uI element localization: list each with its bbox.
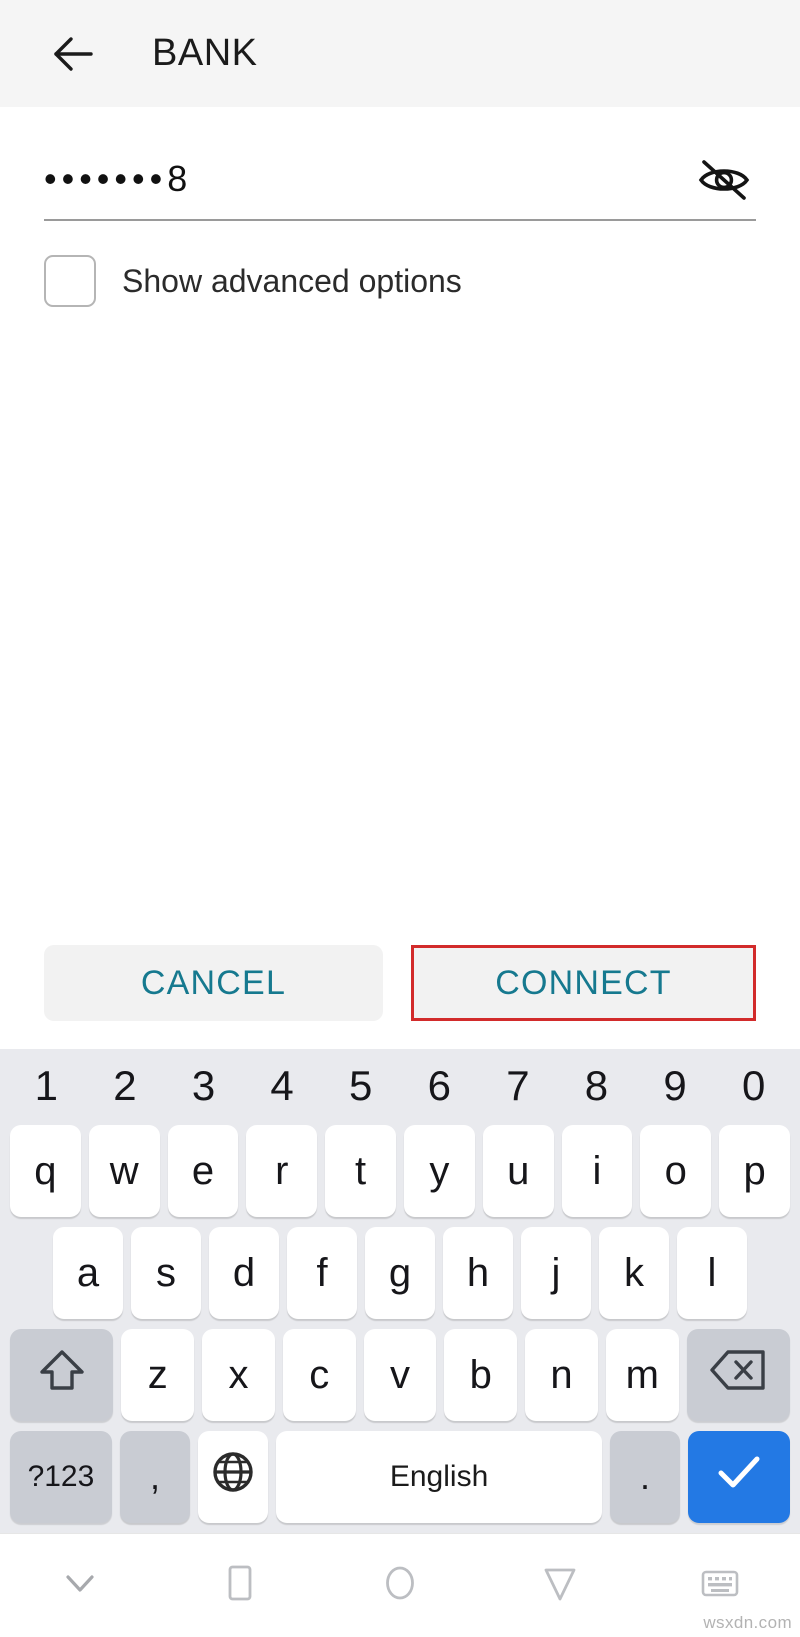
key-l[interactable]: l bbox=[677, 1227, 747, 1319]
key-p[interactable]: p bbox=[719, 1125, 790, 1217]
key-w[interactable]: w bbox=[88, 1125, 160, 1217]
backspace-key[interactable] bbox=[686, 1329, 791, 1421]
symbols-key[interactable]: ?123 bbox=[10, 1431, 112, 1523]
key-j[interactable]: j bbox=[521, 1227, 591, 1319]
key-o[interactable]: o bbox=[640, 1125, 712, 1217]
key-3[interactable]: 3 bbox=[167, 1057, 240, 1115]
system-navigation-bar: wsxdn.com bbox=[0, 1533, 800, 1637]
period-key[interactable]: . bbox=[609, 1431, 681, 1523]
comma-key[interactable]: , bbox=[119, 1431, 191, 1523]
flex-spacer bbox=[0, 309, 800, 945]
key-x[interactable]: x bbox=[202, 1329, 275, 1421]
show-advanced-options-label: Show advanced options bbox=[122, 262, 462, 299]
backspace-delete-icon bbox=[708, 1347, 768, 1403]
nav-hide-keyboard-button[interactable] bbox=[37, 1543, 123, 1629]
key-i[interactable]: i bbox=[561, 1125, 633, 1217]
key-e[interactable]: e bbox=[167, 1125, 239, 1217]
keyboard-switcher-icon bbox=[697, 1560, 743, 1611]
connect-button[interactable]: CONNECT bbox=[411, 945, 756, 1021]
app-bar: BANK bbox=[0, 0, 800, 107]
key-9[interactable]: 9 bbox=[639, 1057, 712, 1115]
nav-home-button[interactable] bbox=[357, 1543, 443, 1629]
watermark: wsxdn.com bbox=[703, 1613, 792, 1632]
key-z[interactable]: z bbox=[121, 1329, 195, 1421]
password-input[interactable]: •••••••8 bbox=[44, 161, 694, 203]
language-switch-key[interactable] bbox=[198, 1431, 269, 1523]
password-field-row[interactable]: •••••••8 bbox=[44, 145, 756, 221]
show-advanced-options-checkbox[interactable] bbox=[44, 255, 96, 307]
key-s[interactable]: s bbox=[131, 1227, 201, 1319]
key-f[interactable]: f bbox=[287, 1227, 357, 1319]
page-title: BANK bbox=[152, 32, 258, 74]
action-buttons: CANCEL CONNECT bbox=[0, 945, 800, 1021]
key-6[interactable]: 6 bbox=[403, 1057, 476, 1115]
key-0[interactable]: 0 bbox=[717, 1057, 790, 1115]
key-y[interactable]: y bbox=[404, 1125, 475, 1217]
key-n[interactable]: n bbox=[525, 1329, 598, 1421]
advanced-options-row[interactable]: Show advanced options bbox=[44, 253, 756, 309]
circle-home-icon bbox=[377, 1560, 423, 1611]
arrow-left-icon bbox=[46, 27, 100, 81]
key-2[interactable]: 2 bbox=[89, 1057, 162, 1115]
chevron-down-hide-keyboard-icon bbox=[57, 1560, 103, 1611]
key-g[interactable]: g bbox=[365, 1227, 435, 1319]
row-left-pad bbox=[10, 1227, 45, 1319]
key-k[interactable]: k bbox=[599, 1227, 669, 1319]
back-button[interactable] bbox=[46, 27, 100, 81]
key-4[interactable]: 4 bbox=[246, 1057, 319, 1115]
enter-key[interactable] bbox=[688, 1431, 790, 1523]
key-d[interactable]: d bbox=[209, 1227, 279, 1319]
key-q[interactable]: q bbox=[10, 1125, 81, 1217]
space-key[interactable]: English bbox=[276, 1431, 602, 1523]
key-b[interactable]: b bbox=[444, 1329, 518, 1421]
key-h[interactable]: h bbox=[443, 1227, 513, 1319]
form-body: •••••••8 Show advanced options CANCEL CO… bbox=[0, 107, 800, 1049]
soft-keyboard: 1 2 3 4 5 6 7 8 9 0 q w e r t y u i o p … bbox=[0, 1049, 800, 1533]
key-8[interactable]: 8 bbox=[560, 1057, 633, 1115]
globe-language-icon bbox=[209, 1448, 257, 1506]
key-v[interactable]: v bbox=[363, 1329, 437, 1421]
keyboard-row-asdf: a s d f g h j k l bbox=[6, 1227, 794, 1319]
key-t[interactable]: t bbox=[325, 1125, 396, 1217]
toggle-password-visibility-button[interactable] bbox=[694, 152, 754, 212]
shift-arrow-up-icon bbox=[35, 1345, 89, 1405]
keyboard-number-row: 1 2 3 4 5 6 7 8 9 0 bbox=[6, 1057, 794, 1115]
nav-back-button[interactable] bbox=[517, 1543, 603, 1629]
keyboard-row-bottom: ?123 , English . bbox=[6, 1431, 794, 1523]
key-u[interactable]: u bbox=[482, 1125, 554, 1217]
key-r[interactable]: r bbox=[246, 1125, 318, 1217]
row-right-pad bbox=[755, 1227, 790, 1319]
key-a[interactable]: a bbox=[53, 1227, 123, 1319]
key-c[interactable]: c bbox=[282, 1329, 356, 1421]
nav-recents-button[interactable] bbox=[197, 1543, 283, 1629]
keyboard-row-qwerty: q w e r t y u i o p bbox=[6, 1125, 794, 1217]
square-recents-icon bbox=[217, 1560, 263, 1611]
shift-key[interactable] bbox=[10, 1329, 114, 1421]
eye-off-icon bbox=[696, 156, 752, 209]
key-7[interactable]: 7 bbox=[482, 1057, 555, 1115]
triangle-down-back-icon bbox=[537, 1560, 583, 1611]
key-1[interactable]: 1 bbox=[10, 1057, 83, 1115]
check-done-icon bbox=[713, 1450, 765, 1504]
cancel-button[interactable]: CANCEL bbox=[44, 945, 383, 1021]
phone-screen: BANK •••••••8 Show advanced options CANC… bbox=[0, 0, 800, 1637]
keyboard-row-zxcv: z x c v b n m bbox=[6, 1329, 794, 1421]
key-5[interactable]: 5 bbox=[324, 1057, 397, 1115]
key-m[interactable]: m bbox=[605, 1329, 679, 1421]
